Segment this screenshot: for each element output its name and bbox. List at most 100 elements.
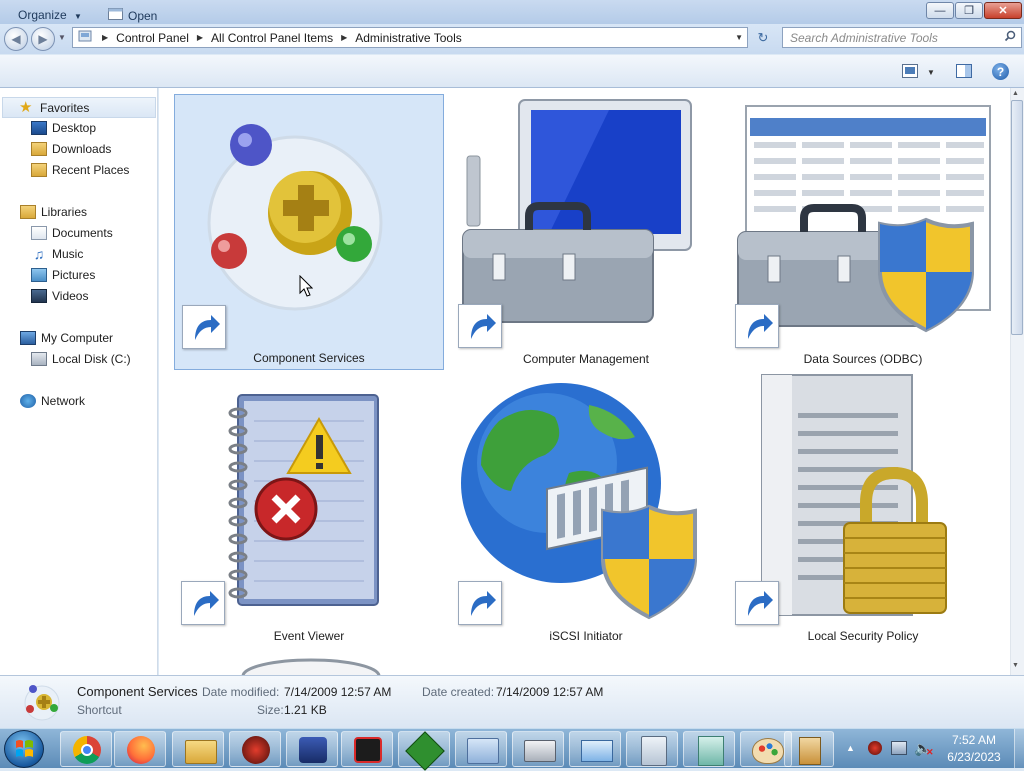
desktop-icon (31, 121, 47, 135)
details-created-label: Date created: (422, 685, 495, 699)
chrome-icon (73, 736, 101, 764)
taskbar-screen-recorder[interactable] (341, 731, 393, 767)
taskbar-firefox[interactable] (114, 731, 166, 767)
chevron-down-icon: ▼ (74, 12, 82, 21)
details-name: Component Services (77, 684, 198, 699)
control-panel-icon (467, 738, 499, 764)
taskbar-chrome[interactable] (60, 731, 112, 767)
open-label: Open (128, 8, 158, 23)
sidebar-item-label: Favorites (40, 100, 90, 115)
clock-date[interactable]: 6/23/2023 (938, 750, 1010, 764)
details-pane: Component Services Shortcut Date modifie… (0, 675, 1024, 728)
partial-item-icon (241, 656, 381, 675)
sidebar-item-videos[interactable]: Videos (31, 286, 88, 306)
red-app-icon (242, 736, 270, 764)
breadcrumb-separator[interactable]: ▶ (341, 33, 347, 42)
taskbar-red-app[interactable] (229, 731, 281, 767)
breadcrumb-separator[interactable]: ▶ (102, 33, 108, 42)
list-item-data-sources[interactable]: Data Sources (ODBC) (728, 94, 998, 370)
shortcut-arrow-icon (458, 581, 502, 625)
scroll-up-icon[interactable]: ▲ (1012, 90, 1019, 97)
sidebar-item-label: My Computer (41, 331, 114, 345)
sidebar-item-label: Downloads (52, 142, 112, 156)
taskbar-explorer[interactable] (172, 731, 224, 767)
search-icon[interactable] (1004, 30, 1016, 45)
component-services-small-icon (22, 681, 62, 724)
breadcrumb-all-items[interactable]: All Control Panel Items (211, 31, 333, 45)
open-button[interactable]: Open (108, 8, 157, 23)
show-desktop-button[interactable] (1014, 729, 1024, 768)
documents-icon (31, 226, 47, 240)
videos-icon (31, 289, 47, 303)
help-icon[interactable]: ? (992, 63, 1009, 80)
navigation-pane: ★ Favorites Desktop Downloads Recent Pla… (0, 88, 158, 675)
taskbar-fax-printer[interactable] (512, 731, 564, 767)
list-item-event-viewer[interactable]: Event Viewer (174, 371, 444, 647)
list-item-local-security-policy[interactable]: Local Security Policy (728, 371, 998, 647)
show-hidden-icons-button[interactable]: ▲ (846, 743, 855, 753)
item-label: Event Viewer (273, 629, 345, 643)
taskbar-calculator[interactable] (626, 731, 678, 767)
taskbar-remote-desktop[interactable] (286, 731, 338, 767)
sidebar-item-music[interactable]: ♫ Music (31, 244, 84, 264)
sidebar-item-pictures[interactable]: Pictures (31, 265, 95, 285)
sidebar-item-local-disk[interactable]: Local Disk (C:) (31, 349, 131, 369)
taskbar-control-panel[interactable] (455, 731, 507, 767)
sidebar-item-downloads[interactable]: Downloads (31, 139, 111, 159)
close-button[interactable]: ✕ (984, 2, 1022, 19)
forward-button[interactable]: ▶ (31, 27, 55, 51)
refresh-icon[interactable]: ↻ (752, 29, 774, 47)
breadcrumb-separator[interactable]: ▶ (197, 33, 203, 42)
sidebar-item-label: Pictures (52, 268, 96, 282)
list-item-component-services[interactable]: Component Services (174, 94, 444, 370)
maximize-button[interactable]: ❐ (955, 2, 983, 19)
sidebar-item-favorites[interactable]: ★ Favorites (2, 97, 156, 118)
scrollbar-thumb[interactable] (1011, 100, 1023, 335)
taskbar-tools[interactable] (784, 731, 834, 767)
details-size-value: 1.21 KB (284, 703, 327, 717)
start-button[interactable] (4, 730, 44, 768)
sidebar-item-libraries[interactable]: Libraries (20, 202, 87, 222)
minimize-button[interactable]: — (926, 2, 954, 19)
network-tray-icon[interactable] (891, 741, 907, 755)
sidebar-item-label: Desktop (52, 121, 97, 135)
change-view-icon[interactable] (902, 64, 918, 81)
taskbar-notepad[interactable] (683, 731, 735, 767)
forward-arrow-icon: ▶ (38, 32, 48, 46)
recent-pages-dropdown-icon[interactable]: ▼ (58, 33, 66, 42)
shortcut-arrow-icon (458, 304, 502, 348)
screen-recorder-icon (354, 737, 382, 763)
sidebar-item-my-computer[interactable]: My Computer (20, 328, 113, 348)
breadcrumb-administrative-tools[interactable]: Administrative Tools (355, 31, 462, 45)
list-item-computer-management[interactable]: Computer Management (451, 94, 721, 370)
address-dropdown-icon[interactable]: ▼ (735, 33, 743, 42)
search-input[interactable]: Search Administrative Tools (782, 27, 1022, 48)
shortcut-arrow-icon (735, 581, 779, 625)
sidebar-item-recent-places[interactable]: Recent Places (31, 160, 129, 180)
network-icon (20, 394, 36, 408)
breadcrumb-control-panel[interactable]: Control Panel (116, 31, 189, 45)
clock-time[interactable]: 7:52 AM (938, 733, 1010, 747)
organize-button[interactable]: Organize ▼ (18, 8, 82, 22)
scroll-down-icon[interactable]: ▼ (1012, 662, 1019, 669)
address-bar[interactable]: ▶ Control Panel ▶ All Control Panel Item… (72, 27, 748, 48)
preview-pane-icon[interactable] (956, 64, 972, 81)
tray-red-app-icon[interactable] (868, 741, 882, 755)
firefox-icon (127, 736, 155, 764)
sidebar-item-label: Recent Places (52, 163, 130, 177)
sidebar-item-desktop[interactable]: Desktop (31, 118, 96, 138)
star-icon: ★ (19, 98, 33, 116)
details-size-label: Size: (257, 703, 284, 717)
sidebar-item-label: Libraries (41, 205, 88, 219)
taskbar-mail[interactable] (569, 731, 621, 767)
libraries-icon (20, 205, 36, 219)
pictures-icon (31, 268, 47, 282)
sidebar-item-documents[interactable]: Documents (31, 223, 113, 243)
taskbar: ▲ 🔈 ✕ 7:52 AM 6/23/2023 (0, 728, 1024, 771)
back-button[interactable]: ◀ (4, 27, 28, 51)
view-options-dropdown-icon[interactable]: ▼ (927, 68, 935, 77)
list-item-iscsi-initiator[interactable]: iSCSI Initiator (451, 371, 721, 647)
control-panel-small-icon (78, 29, 92, 46)
taskbar-vim[interactable] (398, 731, 450, 771)
sidebar-item-network[interactable]: Network (20, 391, 85, 411)
